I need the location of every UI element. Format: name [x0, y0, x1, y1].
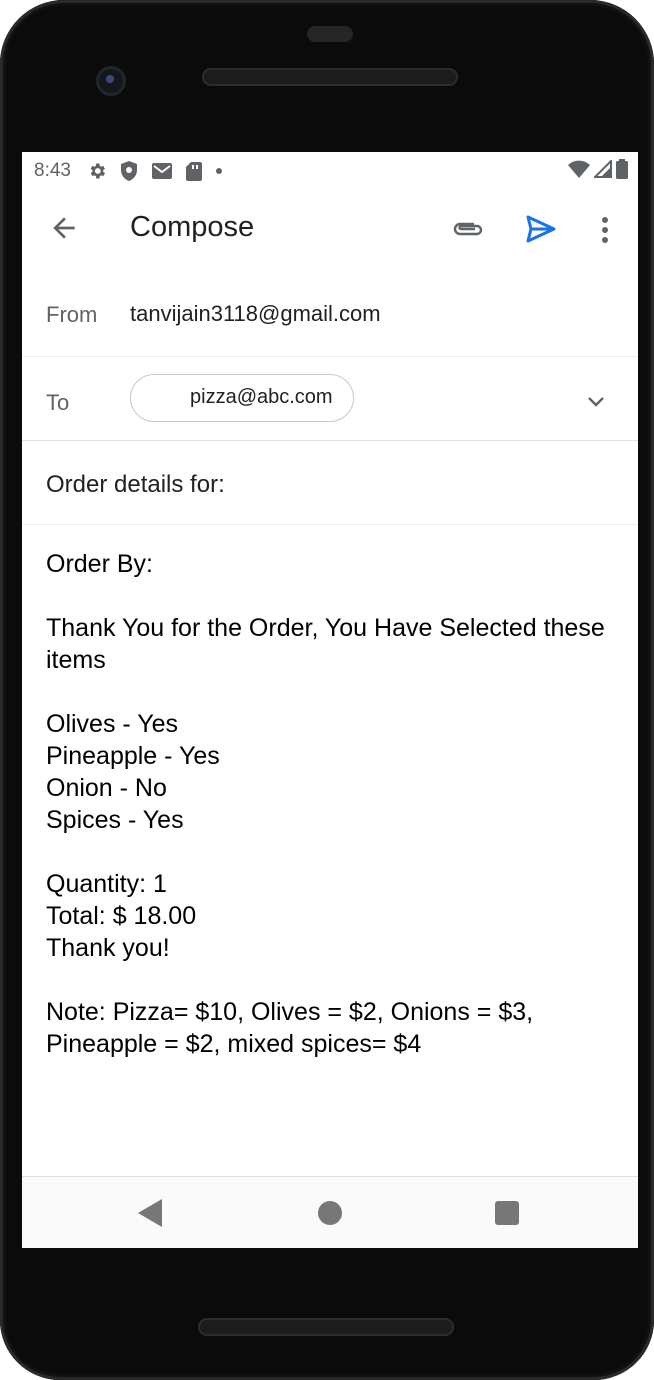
battery-icon: [616, 159, 628, 185]
recipient-chip-text: pizza@abc.com: [190, 386, 333, 408]
recents-icon[interactable]: [495, 1201, 519, 1225]
body-item: Olives - Yes: [46, 710, 179, 738]
back-icon[interactable]: [138, 1199, 162, 1232]
status-right: [568, 158, 628, 185]
status-bar: 8:43: [22, 152, 638, 190]
top-speaker-grille: [202, 68, 458, 86]
from-row[interactable]: From tanvijain3118@gmail.com: [22, 272, 638, 357]
phone-frame: 8:43 Compose From tanvijain3118@gmail.co…: [0, 0, 654, 1380]
app-bar: Compose: [22, 190, 638, 270]
to-label: To: [46, 390, 70, 415]
body-item: Pineapple - Yes: [46, 742, 220, 770]
body-note: Note: Pizza= $10, Olives = $2, Onions = …: [46, 998, 534, 1058]
body-order-by: Order By:: [46, 550, 153, 578]
status-time: 8:43: [34, 160, 71, 181]
body-item: Spices - Yes: [46, 806, 184, 834]
signal-icon: [592, 158, 612, 184]
send-icon[interactable]: [525, 214, 557, 249]
home-icon[interactable]: [318, 1201, 342, 1225]
subject-text[interactable]: Order details for:: [46, 471, 225, 499]
body-thanks-line: Thank You for the Order, You Have Select…: [46, 614, 605, 674]
body-total: Total: $ 18.00: [46, 902, 197, 930]
body-blank-line: [46, 676, 616, 708]
attach-icon[interactable]: [452, 216, 486, 247]
body-blank-line: [46, 836, 616, 868]
earpiece: [307, 26, 353, 42]
body-blank-line: [46, 964, 616, 996]
body-quantity: Quantity: 1: [46, 870, 167, 898]
body-blank-line: [46, 580, 616, 612]
shield-icon: [120, 161, 138, 181]
chevron-down-icon[interactable]: [584, 389, 608, 418]
sd-card-icon: [185, 161, 202, 181]
body-item: Onion - No: [46, 774, 167, 802]
page-title: Compose: [130, 211, 255, 243]
screen: 8:43 Compose From tanvijain3118@gmail.co…: [22, 152, 638, 1248]
body-thank-you: Thank you!: [46, 934, 170, 962]
bottom-speaker-grille: [198, 1318, 454, 1336]
navigation-bar: [22, 1176, 638, 1248]
dot-icon: [215, 167, 223, 175]
email-body[interactable]: Order By: Thank You for the Order, You H…: [46, 548, 616, 1060]
more-vert-icon[interactable]: [600, 216, 610, 249]
gear-icon: [87, 161, 107, 181]
from-label: From: [46, 302, 98, 327]
recipient-chip[interactable]: pizza@abc.com: [130, 374, 354, 422]
to-row[interactable]: To pizza@abc.com: [22, 357, 638, 441]
from-address[interactable]: tanvijain3118@gmail.com: [130, 301, 381, 327]
gmail-icon: [151, 162, 173, 180]
wifi-icon: [568, 160, 590, 184]
front-camera: [96, 66, 126, 96]
subject-field[interactable]: Order details for:: [22, 441, 638, 525]
back-arrow-icon[interactable]: [48, 212, 80, 244]
